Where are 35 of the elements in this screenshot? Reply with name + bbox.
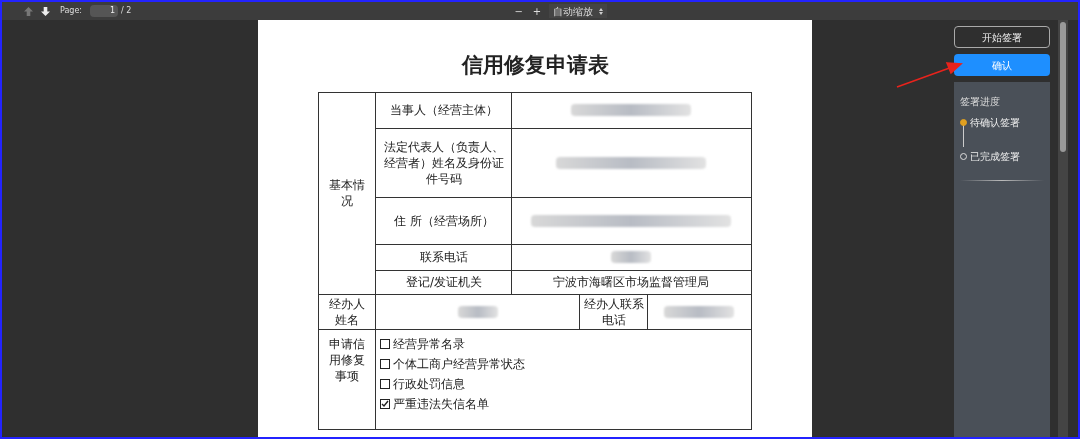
row-label: 法定代表人（负责人、经营者）姓名及身份证件号码 xyxy=(384,139,504,186)
checkbox[interactable] xyxy=(380,338,391,349)
option-label: 个体工商户经营异常状态 xyxy=(393,355,526,372)
checkbox[interactable] xyxy=(380,398,391,409)
page-total: / 2 xyxy=(121,5,132,17)
updown-caret-icon xyxy=(599,7,604,15)
check-icon xyxy=(381,399,390,408)
zoom-in-button[interactable]: + xyxy=(530,3,544,19)
zoom-select[interactable]: 自动缩放 xyxy=(549,4,608,18)
row-label: 经办人姓名 xyxy=(329,296,366,327)
group-label: 基本情况 xyxy=(329,178,366,208)
progress-title: 签署进度 xyxy=(960,95,1001,109)
scrollbar[interactable] xyxy=(1058,20,1068,437)
row-label: 经办人联系电话 xyxy=(584,296,644,327)
arrow-down-icon[interactable] xyxy=(41,6,50,16)
start-signing-button[interactable]: 开始签署 xyxy=(954,26,1050,48)
cell-value: 宁波市海曙区市场监督管理局 xyxy=(553,275,710,289)
step-label: 待确认签署 xyxy=(970,116,1020,130)
document-title: 信用修复申请表 xyxy=(461,52,609,79)
row-label: 住 所（经营场所） xyxy=(394,213,494,228)
option-label: 经营异常名录 xyxy=(393,335,466,352)
zoom-out-button[interactable]: − xyxy=(512,3,525,19)
page-label: Page: xyxy=(60,5,83,17)
step-label: 已完成签署 xyxy=(970,150,1020,164)
row-label: 申请信用修复事项 xyxy=(329,336,366,383)
row-label: 当事人（经营主体） xyxy=(390,103,498,117)
row-label: 联系电话 xyxy=(420,250,468,264)
checkbox[interactable] xyxy=(380,378,391,389)
page-input[interactable]: 1 xyxy=(90,5,119,17)
arrow-up-icon[interactable] xyxy=(24,6,33,16)
annotation-arrow xyxy=(895,60,965,90)
option-label: 行政处罚信息 xyxy=(393,375,466,392)
option-label: 严重违法失信名单 xyxy=(393,395,490,412)
row-label: 登记/发证机关 xyxy=(405,275,482,289)
checkbox[interactable] xyxy=(380,358,391,369)
